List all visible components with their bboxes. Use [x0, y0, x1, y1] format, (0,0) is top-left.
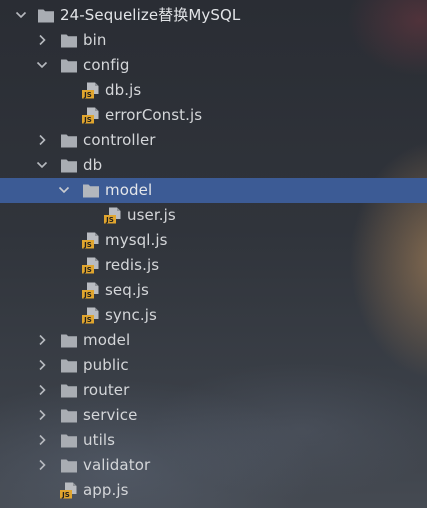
- tree-item-controller[interactable]: controller: [0, 128, 427, 153]
- folder-icon: [60, 357, 78, 374]
- tree-item-label: seq.js: [105, 281, 149, 299]
- tree-item-seq-js[interactable]: JS seq.js: [0, 278, 427, 303]
- js-file-icon: JS: [82, 82, 100, 99]
- tree-item-service[interactable]: service: [0, 403, 427, 428]
- folder-icon: [60, 432, 78, 449]
- tree-item-label: utils: [83, 431, 116, 449]
- tree-item-label: sync.js: [105, 306, 157, 324]
- chevron-right-icon[interactable]: [35, 433, 49, 447]
- chevron-down-icon[interactable]: [57, 183, 71, 197]
- js-file-icon: JS: [82, 307, 100, 324]
- folder-icon: [60, 407, 78, 424]
- js-file-icon: JS: [60, 482, 78, 499]
- tree-item-label: db.js: [105, 81, 142, 99]
- folder-icon: [60, 457, 78, 474]
- tree-item-sync-js[interactable]: JS sync.js: [0, 303, 427, 328]
- tree-item-label: mysql.js: [105, 231, 168, 249]
- js-file-icon: JS: [82, 232, 100, 249]
- chevron-right-icon[interactable]: [35, 383, 49, 397]
- tree-item-errorconst-js[interactable]: JS errorConst.js: [0, 103, 427, 128]
- folder-icon: [60, 132, 78, 149]
- chevron-right-icon[interactable]: [35, 358, 49, 372]
- chevron-down-icon[interactable]: [35, 58, 49, 72]
- js-file-icon: JS: [104, 207, 122, 224]
- tree-item-public[interactable]: public: [0, 353, 427, 378]
- svg-text:JS: JS: [105, 216, 114, 224]
- tree-item-label: public: [83, 356, 129, 374]
- folder-icon: [60, 382, 78, 399]
- tree-item-model[interactable]: model: [0, 328, 427, 353]
- tree-item-label: model: [83, 331, 131, 349]
- tree-root-label: 24-Sequelize替换MySQL: [60, 6, 241, 24]
- tree-item-label: redis.js: [105, 256, 160, 274]
- chevron-right-icon[interactable]: [35, 133, 49, 147]
- tree-item-router[interactable]: router: [0, 378, 427, 403]
- tree-item-db-model[interactable]: model: [0, 178, 427, 203]
- svg-text:JS: JS: [83, 266, 92, 274]
- tree-item-bin[interactable]: bin: [0, 28, 427, 53]
- tree-item-label: service: [83, 406, 138, 424]
- chevron-right-icon[interactable]: [35, 33, 49, 47]
- tree-item-label: user.js: [127, 206, 176, 224]
- project-tree[interactable]: 24-Sequelize替换MySQL bin config JS db.js …: [0, 3, 427, 503]
- tree-item-db-js[interactable]: JS db.js: [0, 78, 427, 103]
- svg-text:JS: JS: [83, 291, 92, 299]
- svg-text:JS: JS: [61, 491, 70, 499]
- tree-item-validator[interactable]: validator: [0, 453, 427, 478]
- chevron-right-icon[interactable]: [35, 333, 49, 347]
- tree-item-db[interactable]: db: [0, 153, 427, 178]
- tree-root-row[interactable]: 24-Sequelize替换MySQL: [0, 3, 427, 28]
- svg-text:JS: JS: [83, 116, 92, 124]
- folder-icon: [60, 157, 78, 174]
- tree-item-label: validator: [83, 456, 151, 474]
- tree-item-config[interactable]: config: [0, 53, 427, 78]
- tree-item-label: errorConst.js: [105, 106, 203, 124]
- folder-icon: [82, 182, 100, 199]
- tree-item-utils[interactable]: utils: [0, 428, 427, 453]
- folder-icon: [60, 57, 78, 74]
- folder-icon: [60, 332, 78, 349]
- js-file-icon: JS: [82, 282, 100, 299]
- chevron-down-icon[interactable]: [35, 158, 49, 172]
- svg-text:JS: JS: [83, 316, 92, 324]
- chevron-right-icon[interactable]: [35, 458, 49, 472]
- tree-item-label: router: [83, 381, 130, 399]
- folder-icon: [60, 32, 78, 49]
- js-file-icon: JS: [82, 257, 100, 274]
- tree-item-mysql-js[interactable]: JS mysql.js: [0, 228, 427, 253]
- svg-text:JS: JS: [83, 241, 92, 249]
- tree-item-app-js[interactable]: JS app.js: [0, 478, 427, 503]
- tree-item-label: app.js: [83, 481, 129, 499]
- tree-item-label: db: [83, 156, 103, 174]
- chevron-down-icon[interactable]: [14, 8, 28, 22]
- folder-icon: [37, 7, 55, 24]
- tree-item-redis-js[interactable]: JS redis.js: [0, 253, 427, 278]
- tree-item-label: model: [105, 181, 153, 199]
- tree-item-user-js[interactable]: JS user.js: [0, 203, 427, 228]
- svg-text:JS: JS: [83, 91, 92, 99]
- tree-item-label: bin: [83, 31, 107, 49]
- tree-item-label: controller: [83, 131, 156, 149]
- js-file-icon: JS: [82, 107, 100, 124]
- chevron-right-icon[interactable]: [35, 408, 49, 422]
- tree-item-label: config: [83, 56, 130, 74]
